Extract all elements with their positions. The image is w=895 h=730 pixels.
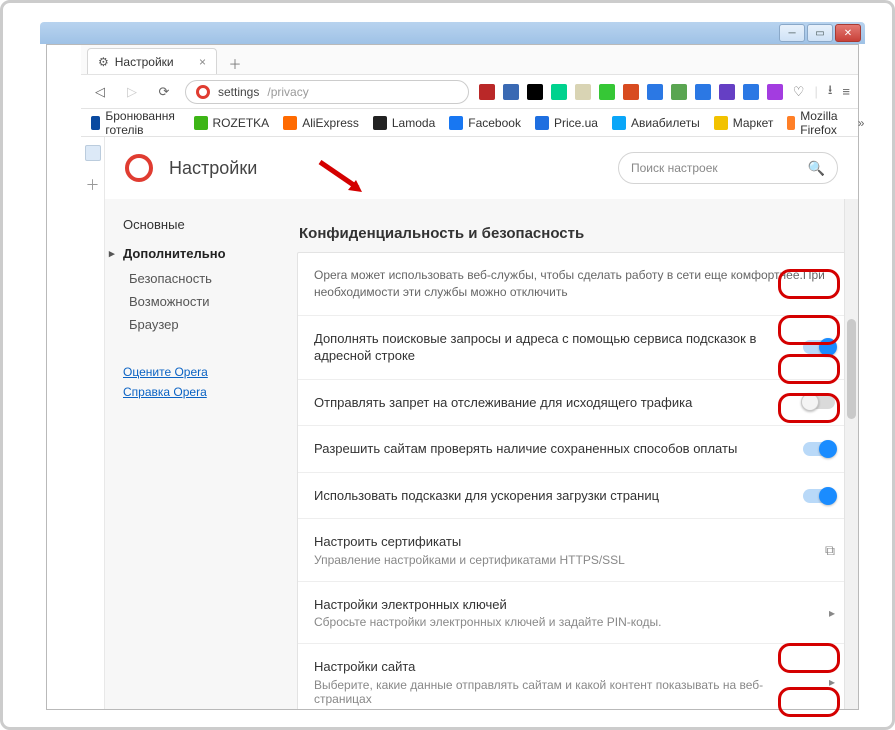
bookmark-favicon-icon bbox=[194, 116, 208, 130]
forward-button[interactable]: ▷ bbox=[121, 81, 143, 103]
external-link-icon: ⧉ bbox=[825, 542, 835, 559]
nav-rate-link[interactable]: Оцените Opera bbox=[123, 362, 281, 382]
extension-icon[interactable] bbox=[503, 84, 519, 100]
magnifier-icon: 🔍 bbox=[808, 160, 825, 177]
nav-security[interactable]: Безопасность bbox=[123, 267, 281, 290]
extension-icon[interactable] bbox=[695, 84, 711, 100]
bookmark-item[interactable]: ROZETKA bbox=[194, 116, 270, 130]
bookmark-item[interactable]: Mozilla Firefox bbox=[787, 109, 843, 137]
nav-browser[interactable]: Браузер bbox=[123, 313, 281, 336]
row-dnt: Отправлять запрет на отслеживание для ис… bbox=[298, 380, 851, 427]
row-certificates[interactable]: Настроить сертификатыУправление настройк… bbox=[298, 519, 851, 582]
extension-icon[interactable] bbox=[647, 84, 663, 100]
maximize-button[interactable]: ▭ bbox=[807, 24, 833, 42]
privacy-panel: Opera может использовать веб-службы, что… bbox=[297, 252, 852, 709]
downloads-icon[interactable]: ⭳ bbox=[828, 81, 833, 103]
nav-help-link[interactable]: Справка Opera bbox=[123, 382, 281, 402]
row-site-settings[interactable]: Настройки сайтаВыберите, какие данные от… bbox=[298, 644, 851, 709]
settings-search-input[interactable]: Поиск настроек 🔍 bbox=[618, 152, 838, 184]
row-prefetch: Использовать подсказки для ускорения заг… bbox=[298, 473, 851, 520]
extension-icon[interactable] bbox=[575, 84, 591, 100]
url-host: settings bbox=[218, 85, 259, 99]
bookmark-item[interactable]: Маркет bbox=[714, 116, 774, 130]
row-payments: Разрешить сайтам проверять наличие сохра… bbox=[298, 426, 851, 473]
bookmark-item[interactable]: Авиабилеты bbox=[612, 116, 700, 130]
speed-dial-strip: ＋ bbox=[81, 137, 105, 709]
extension-icon[interactable] bbox=[719, 84, 735, 100]
window-controls: ─ ▭ ✕ bbox=[775, 22, 865, 44]
bookmark-heart-icon[interactable]: ♡ bbox=[793, 84, 805, 100]
gear-icon: ⚙ bbox=[98, 55, 109, 69]
tab-settings[interactable]: ⚙ Настройки × bbox=[87, 48, 217, 74]
toolbar-right: ♡ | ⭳ ≡ bbox=[793, 81, 850, 103]
extension-icon[interactable] bbox=[671, 84, 687, 100]
bookmark-item[interactable]: Lamoda bbox=[373, 116, 435, 130]
bookmark-favicon-icon bbox=[612, 116, 626, 130]
back-button[interactable]: ◁ bbox=[89, 81, 111, 103]
settings-header: Настройки Поиск настроек 🔍 bbox=[105, 137, 858, 199]
url-path: /privacy bbox=[267, 85, 308, 99]
bookmark-favicon-icon bbox=[91, 116, 100, 130]
row-security-keys[interactable]: Настройки электронных ключейСбросьте нас… bbox=[298, 582, 851, 645]
bookmark-favicon-icon bbox=[283, 116, 297, 130]
bookmarks-bar: Бронювання готелів ROZETKA AliExpress Lamod… bbox=[81, 109, 858, 137]
settings-page: ＋ Настройки Поиск настроек 🔍 Основные До… bbox=[81, 137, 858, 709]
settings-content: Конфиденциальность и безопасность Opera … bbox=[295, 199, 858, 709]
extension-icon[interactable] bbox=[551, 84, 567, 100]
browser-frame: ⚙ Настройки × ＋ ◁ ▷ ⟳ settings/privacy ♡… bbox=[46, 44, 859, 710]
settings-nav: Основные Дополнительно Безопасность Возм… bbox=[105, 199, 295, 709]
scrollbar[interactable] bbox=[844, 199, 858, 709]
page-title: Настройки bbox=[169, 158, 257, 179]
chevron-right-icon: ▸ bbox=[829, 675, 835, 689]
toggle-saved-payments[interactable] bbox=[803, 442, 835, 456]
bookmarks-overflow-button[interactable]: » bbox=[858, 116, 865, 130]
nav-advanced[interactable]: Дополнительно bbox=[123, 246, 281, 261]
chevron-right-icon: ▸ bbox=[829, 606, 835, 620]
search-placeholder-text: Поиск настроек bbox=[631, 161, 718, 175]
bookmark-favicon-icon bbox=[373, 116, 387, 130]
panel-note: Opera может использовать веб-службы, что… bbox=[298, 253, 851, 316]
row-suggestions: Дополнять поисковые запросы и адреса с п… bbox=[298, 316, 851, 380]
toggle-prefetch[interactable] bbox=[803, 489, 835, 503]
easy-setup-icon[interactable]: ≡ bbox=[842, 84, 850, 99]
extension-icon[interactable] bbox=[623, 84, 639, 100]
nav-features[interactable]: Возможности bbox=[123, 290, 281, 313]
close-window-button[interactable]: ✕ bbox=[835, 24, 861, 42]
tab-title: Настройки bbox=[115, 55, 174, 69]
address-bar[interactable]: settings/privacy bbox=[185, 80, 469, 104]
toggle-do-not-track[interactable] bbox=[803, 395, 835, 409]
settings-body: Основные Дополнительно Безопасность Возм… bbox=[105, 199, 858, 709]
window-titlebar: ─ ▭ ✕ bbox=[40, 22, 865, 44]
section-title: Конфиденциальность и безопасность bbox=[299, 225, 854, 242]
extension-icon[interactable] bbox=[743, 84, 759, 100]
opera-logo-small-icon bbox=[196, 85, 210, 99]
minimize-button[interactable]: ─ bbox=[779, 24, 805, 42]
bookmark-favicon-icon bbox=[787, 116, 795, 130]
extension-icon[interactable] bbox=[527, 84, 543, 100]
address-row: ◁ ▷ ⟳ settings/privacy ♡ | ⭳ ≡ bbox=[81, 75, 858, 109]
bookmark-item[interactable]: AliExpress bbox=[283, 116, 359, 130]
extension-icon[interactable] bbox=[767, 84, 783, 100]
bookmark-item[interactable]: Facebook bbox=[449, 116, 521, 130]
bookmark-item[interactable]: Бронювання готелів bbox=[91, 109, 180, 137]
bookmark-item[interactable]: Price.ua bbox=[535, 116, 598, 130]
extension-icon[interactable] bbox=[599, 84, 615, 100]
bookmark-favicon-icon bbox=[449, 116, 463, 130]
speed-dial-add-icon[interactable]: ＋ bbox=[86, 175, 100, 195]
toggle-suggestions[interactable] bbox=[803, 340, 835, 354]
speed-dial-tile-icon[interactable] bbox=[85, 145, 101, 161]
tab-close-icon[interactable]: × bbox=[199, 55, 206, 69]
new-tab-button[interactable]: ＋ bbox=[223, 52, 247, 74]
bookmark-favicon-icon bbox=[714, 116, 728, 130]
nav-basic[interactable]: Основные bbox=[123, 217, 281, 232]
reload-button[interactable]: ⟳ bbox=[153, 81, 175, 103]
bookmark-favicon-icon bbox=[535, 116, 549, 130]
opera-logo-icon bbox=[125, 154, 153, 182]
extension-icon[interactable] bbox=[479, 84, 495, 100]
extension-icons bbox=[479, 84, 783, 100]
tab-bar: ⚙ Настройки × ＋ bbox=[81, 45, 858, 75]
